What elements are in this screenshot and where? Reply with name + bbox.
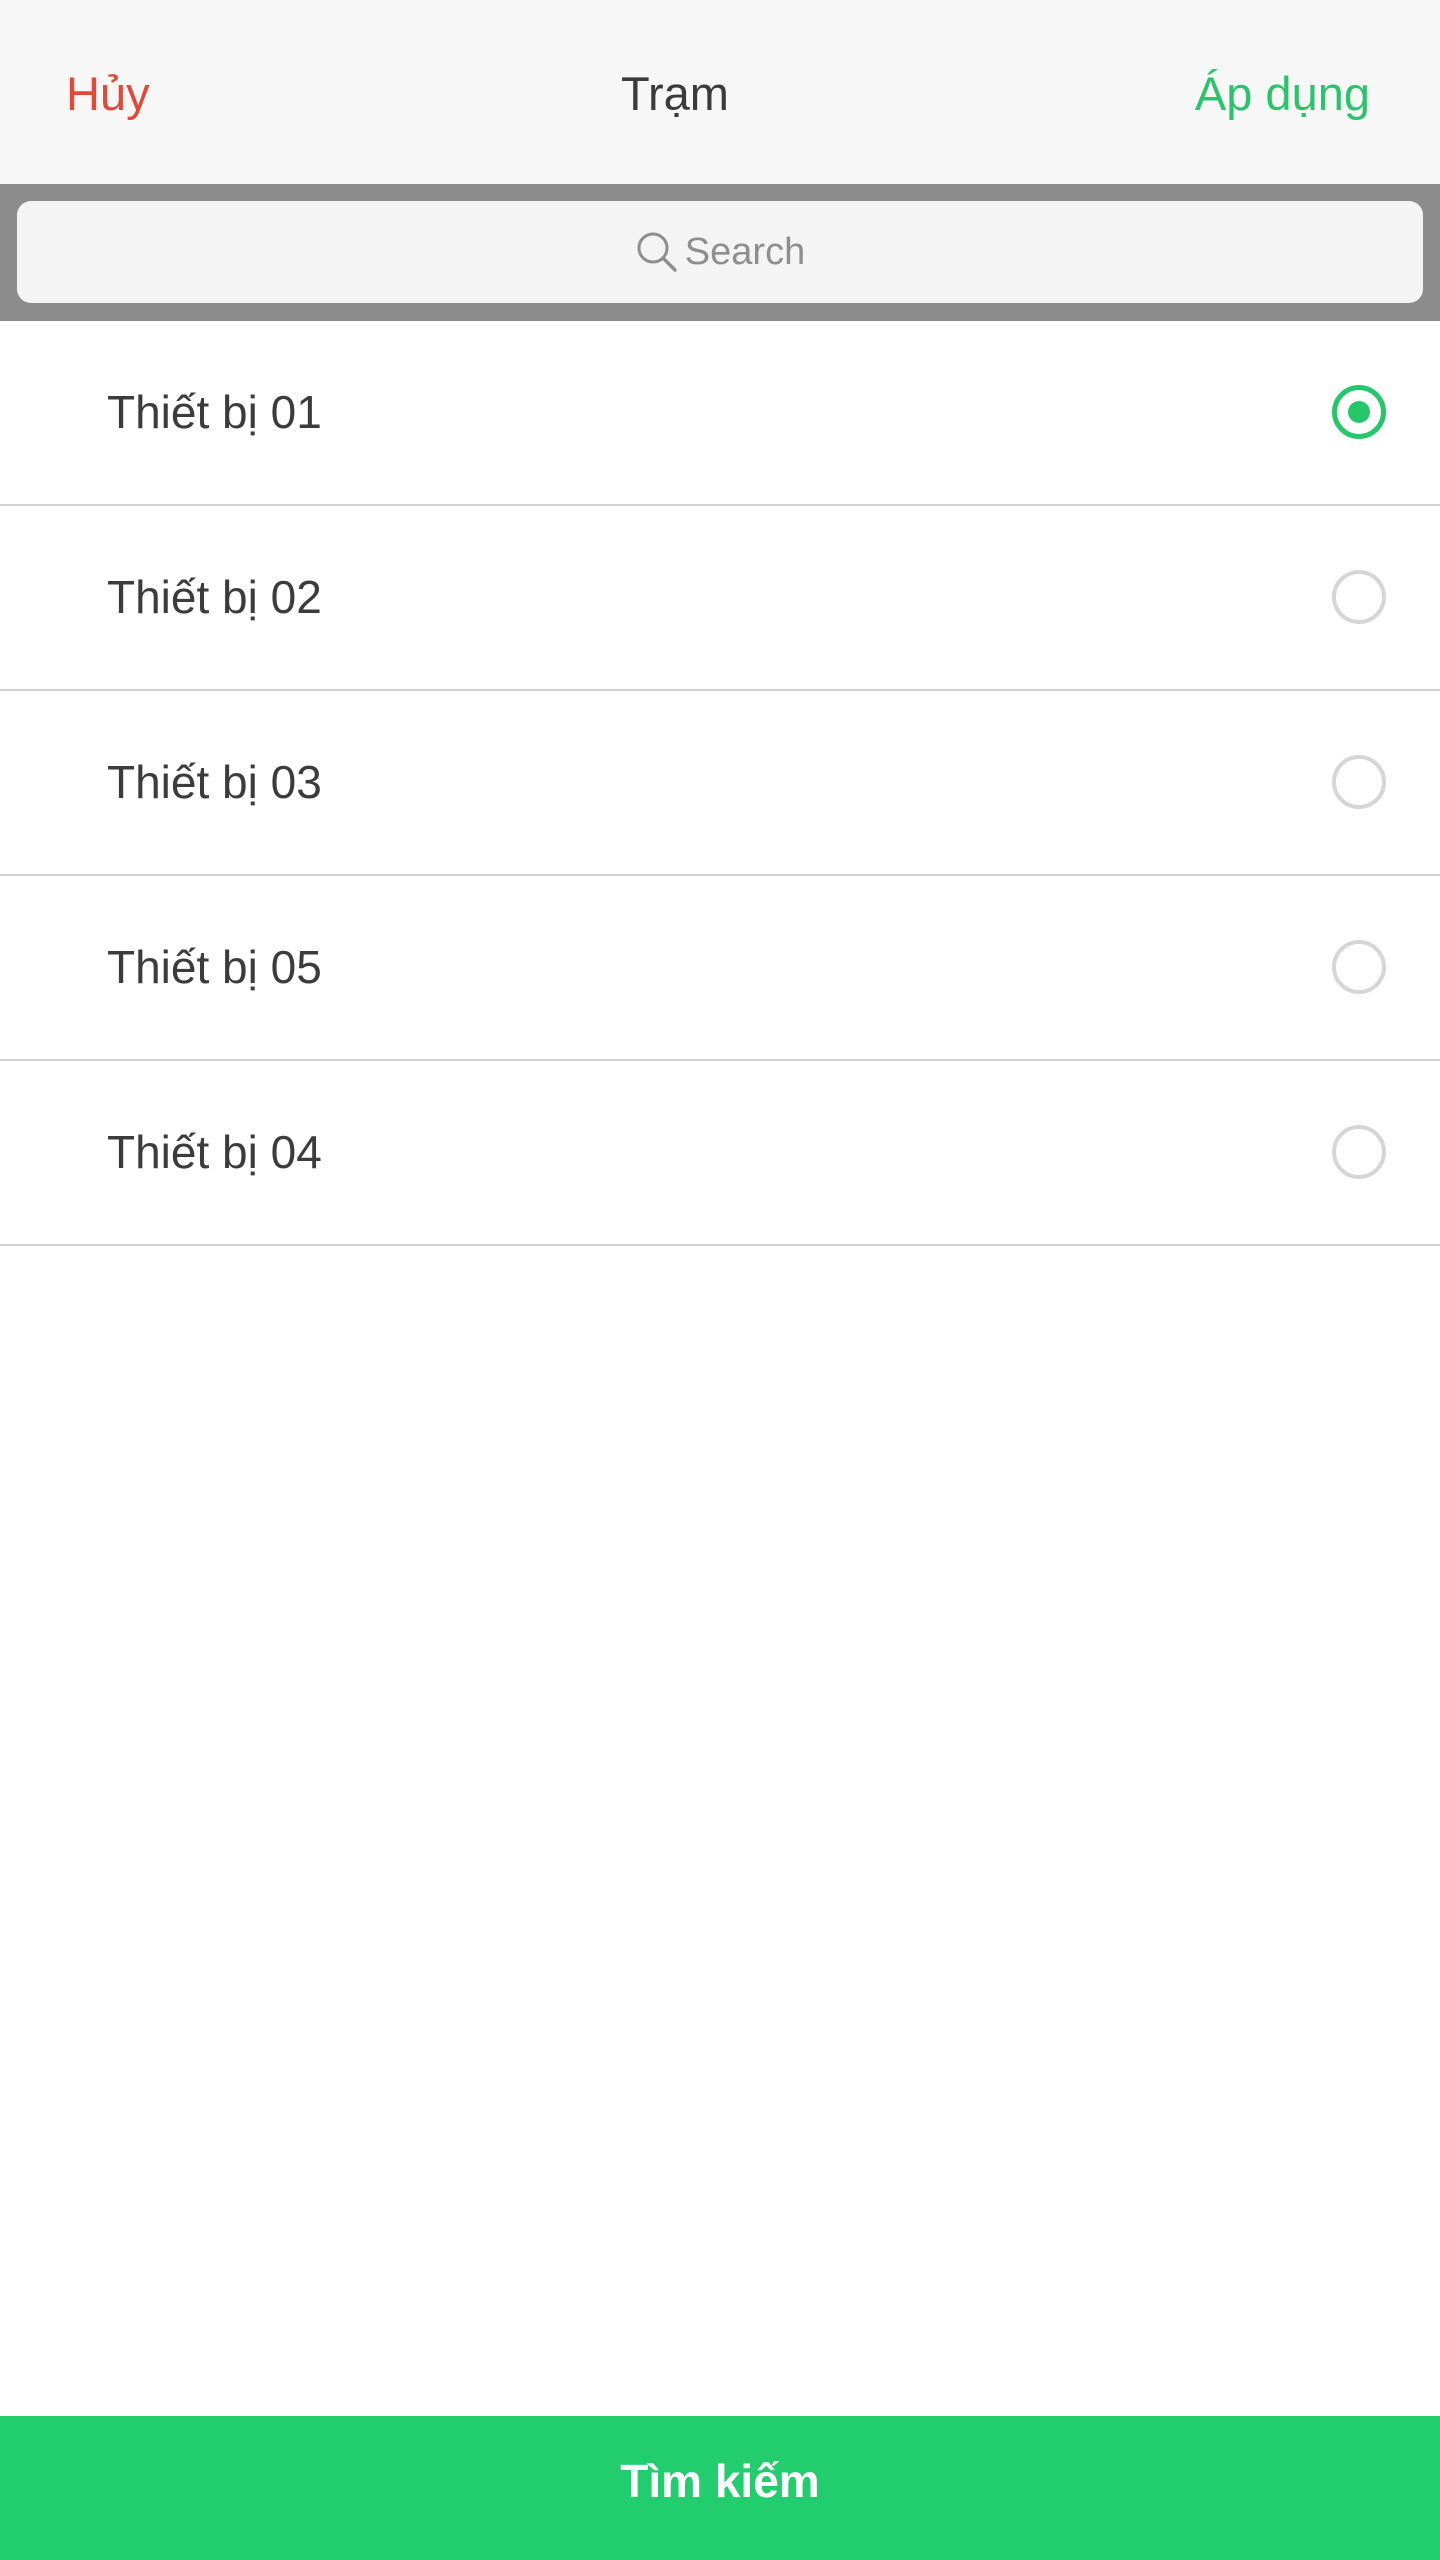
radio-button[interactable] bbox=[1332, 1125, 1386, 1179]
search-placeholder: Search bbox=[684, 230, 806, 273]
search-bar: Search bbox=[0, 184, 1440, 321]
device-list: Thiết bị 01 Thiết bị 02 Thiết bị 03 Thiế… bbox=[0, 321, 1440, 1246]
radio-button-selected[interactable] bbox=[1332, 385, 1386, 439]
list-item-label: Thiết bị 04 bbox=[107, 1126, 322, 1178]
search-icon bbox=[635, 230, 679, 274]
apply-button[interactable]: Áp dụng bbox=[1195, 60, 1370, 128]
list-item-label: Thiết bị 01 bbox=[107, 386, 322, 438]
radio-button[interactable] bbox=[1332, 940, 1386, 994]
list-item-device-01[interactable]: Thiết bị 01 bbox=[0, 321, 1440, 506]
list-item-device-04[interactable]: Thiết bị 04 bbox=[0, 1061, 1440, 1246]
search-input[interactable]: Search bbox=[17, 201, 1423, 303]
search-submit-button[interactable]: Tìm kiếm bbox=[0, 2416, 1440, 2560]
page-title: Trạm bbox=[621, 67, 729, 120]
list-item-label: Thiết bị 02 bbox=[107, 571, 322, 623]
navigation-bar: Hủy Trạm Áp dụng bbox=[0, 0, 1440, 184]
radio-button[interactable] bbox=[1332, 755, 1386, 809]
list-item-device-05[interactable]: Thiết bị 05 bbox=[0, 876, 1440, 1061]
list-item-device-03[interactable]: Thiết bị 03 bbox=[0, 691, 1440, 876]
radio-button[interactable] bbox=[1332, 570, 1386, 624]
list-item-label: Thiết bị 03 bbox=[107, 756, 322, 808]
list-item-device-02[interactable]: Thiết bị 02 bbox=[0, 506, 1440, 691]
list-item-label: Thiết bị 05 bbox=[107, 941, 322, 993]
